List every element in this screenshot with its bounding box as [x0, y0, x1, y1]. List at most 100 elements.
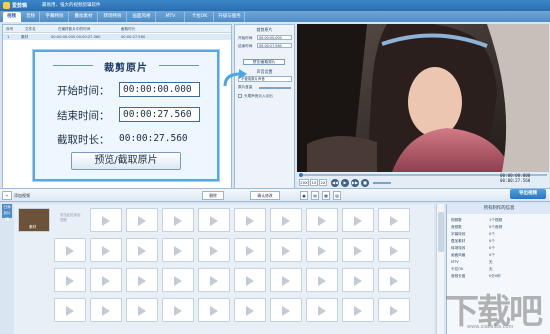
progress-handle[interactable]: [299, 173, 303, 177]
empty-clip-slot[interactable]: [270, 268, 302, 292]
forward-icon[interactable]: ▶▶: [351, 179, 359, 187]
empty-clip-slot[interactable]: [306, 268, 338, 292]
empty-clip-slot[interactable]: [198, 238, 230, 262]
empty-clip-slot[interactable]: [54, 268, 86, 292]
info-value: 0个: [489, 253, 495, 257]
add-video-icon[interactable]: +: [2, 191, 12, 200]
rewind-icon[interactable]: ◀◀: [331, 179, 339, 187]
empty-clip-slot[interactable]: [126, 298, 158, 322]
empty-clip-slot[interactable]: [198, 268, 230, 292]
info-label: 视频数: [451, 218, 462, 222]
play-icon[interactable]: ▶: [341, 179, 349, 187]
added-clips-label: 已添加片段: [2, 204, 12, 221]
fade-checkbox[interactable]: [238, 94, 242, 98]
info-header: 所有制作的信息: [447, 204, 550, 214]
empty-clip-slot[interactable]: [234, 238, 266, 262]
info-label: 叠加素材: [451, 239, 466, 243]
col-duration: 截取时长: [121, 26, 136, 31]
volume-slider[interactable]: [259, 87, 291, 89]
video-preview[interactable]: [297, 24, 549, 172]
end-time-label: 结束时间：: [57, 110, 110, 122]
empty-clip-slot[interactable]: [378, 208, 410, 232]
table-row[interactable]: 1 素材 00:00:00.000 00:00:27.560 00:00:27.…: [3, 34, 231, 40]
clip-thumbnail[interactable]: 素材: [18, 208, 50, 232]
export-video-button[interactable]: 导出视频: [510, 189, 546, 199]
start-time-input[interactable]: 00:00:00.000: [119, 82, 200, 97]
empty-clip-slot[interactable]: [342, 238, 374, 262]
empty-clip-slot[interactable]: [54, 238, 86, 262]
app-logo-icon: [3, 2, 10, 9]
empty-clip-slot[interactable]: [126, 268, 158, 292]
empty-clip-slot[interactable]: [270, 298, 302, 322]
empty-clip-slot[interactable]: [198, 298, 230, 322]
confirm-button[interactable]: 确认修改: [250, 191, 280, 200]
storyboard-scrollbar[interactable]: [436, 204, 444, 334]
empty-clip-slot[interactable]: [90, 208, 122, 232]
empty-clip-slot[interactable]: [198, 208, 230, 232]
scrollbar-thumb[interactable]: [438, 212, 444, 252]
preview-crop-button[interactable]: 预览/截取原片: [71, 152, 181, 170]
empty-clip-slot[interactable]: [90, 298, 122, 322]
empty-clip-slot[interactable]: [270, 208, 302, 232]
tab-subtitle-effects[interactable]: 字幕特效: [41, 12, 69, 22]
start-time-field[interactable]: 00:00:00.000: [257, 35, 292, 40]
info-value: 无: [489, 267, 493, 271]
stop-icon[interactable]: ■: [361, 179, 369, 187]
app-slogan: 最易用、强大的视频剪辑软件: [42, 3, 101, 8]
end-time-input[interactable]: 00:00:27.560: [119, 107, 200, 122]
pointer-arrow-icon: [223, 69, 247, 87]
empty-clip-slot[interactable]: [234, 208, 266, 232]
empty-clip-slot[interactable]: [126, 208, 158, 232]
toolbar: + 添加视频 删除 确认修改 ▣ ▤ ▦ ▧: [0, 188, 550, 202]
empty-clip-slot[interactable]: [234, 268, 266, 292]
tab-overlay[interactable]: 叠加素材: [70, 12, 98, 22]
empty-clip-slot[interactable]: [162, 268, 194, 292]
add-video-button[interactable]: 添加视频: [14, 193, 30, 199]
empty-clip-slot[interactable]: [378, 298, 410, 322]
info-value: 1个视频: [489, 218, 503, 222]
tab-karaoke[interactable]: 卡拉OK: [186, 12, 214, 22]
empty-clip-slot[interactable]: [342, 268, 374, 292]
speed-1x-button[interactable]: 1X: [310, 179, 318, 186]
time-display: 00:00:00.000 00:00:27.560: [500, 173, 530, 184]
speed-20x-button[interactable]: 20X: [299, 179, 309, 186]
preview-crop-button-small[interactable]: 预览/截取原片: [243, 59, 285, 65]
speed-2x-button[interactable]: 2X: [319, 179, 327, 186]
end-time-field[interactable]: 00:00:27.560: [257, 43, 292, 48]
volume-bar[interactable]: [373, 182, 391, 184]
empty-clip-slot[interactable]: [342, 298, 374, 322]
delete-button[interactable]: 删除: [202, 191, 224, 200]
empty-clip-slot[interactable]: [126, 238, 158, 262]
tab-mtv[interactable]: MTV: [157, 12, 185, 22]
empty-clip-slot[interactable]: [270, 238, 302, 262]
duration-label: 截取时长：: [57, 134, 110, 146]
empty-clip-slot[interactable]: [378, 268, 410, 292]
tab-upgrade[interactable]: 升级与服务: [215, 12, 245, 22]
info-value: 0个: [489, 246, 495, 250]
empty-clip-slot[interactable]: [342, 208, 374, 232]
empty-clip-slot[interactable]: [162, 208, 194, 232]
tab-video[interactable]: 视频: [3, 12, 21, 22]
empty-clip-slot[interactable]: [306, 238, 338, 262]
empty-clip-slot[interactable]: [90, 268, 122, 292]
empty-clip-slot[interactable]: [306, 298, 338, 322]
snapshot-icon[interactable]: ▣: [300, 191, 308, 200]
tab-audio[interactable]: 音频: [22, 12, 40, 22]
watermark-url: www.xiazaiba.com: [467, 324, 514, 330]
info-label: 音频数: [451, 225, 462, 229]
empty-clip-slot[interactable]: [90, 238, 122, 262]
empty-clip-slot[interactable]: [162, 298, 194, 322]
empty-clip-slot[interactable]: [306, 208, 338, 232]
info-label: 转场特效: [451, 246, 466, 250]
empty-clip-slot[interactable]: [378, 238, 410, 262]
project-icon[interactable]: ▧: [333, 191, 341, 200]
empty-clip-slot[interactable]: [234, 298, 266, 322]
empty-clip-slot[interactable]: [162, 238, 194, 262]
save-icon[interactable]: ▦: [322, 191, 330, 200]
tab-transitions[interactable]: 转场特效: [99, 12, 127, 22]
empty-clip-slot[interactable]: [54, 298, 86, 322]
folder-icon[interactable]: ▤: [311, 191, 319, 200]
add-hint: 双击此处添加视频: [60, 213, 81, 222]
tab-picture-style[interactable]: 画面风格: [128, 12, 156, 22]
fade-label: 头尾声音淡入淡出: [244, 94, 273, 98]
